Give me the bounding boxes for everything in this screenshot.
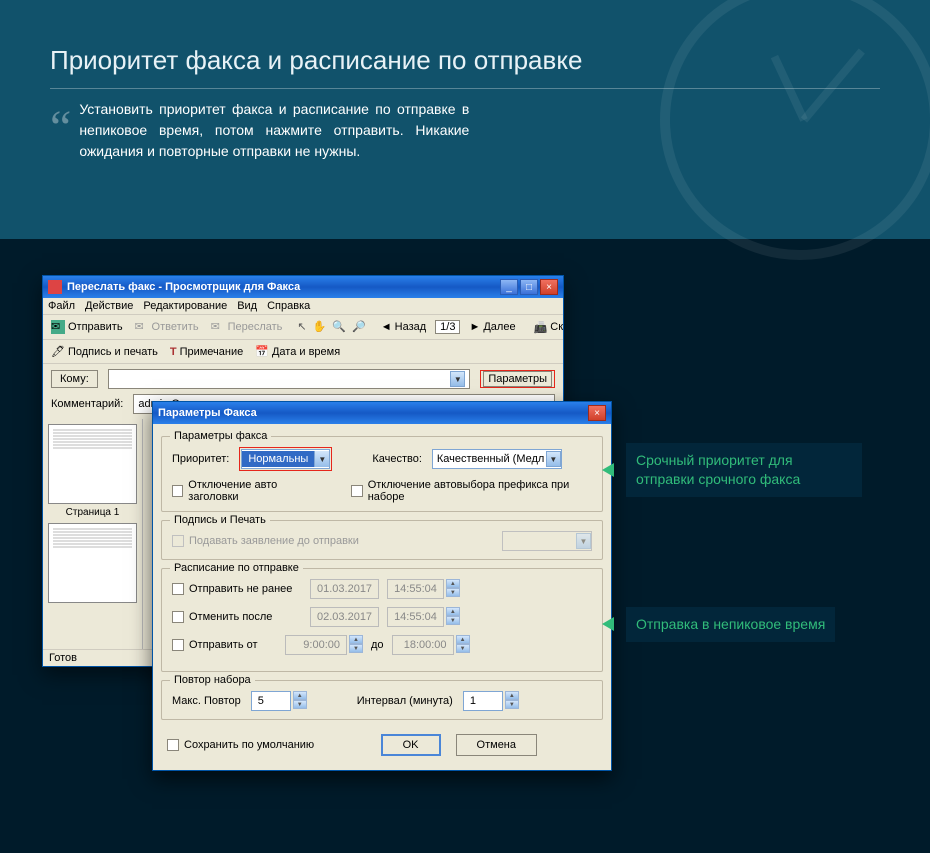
spinner-buttons[interactable]: ▲▼ xyxy=(446,607,460,627)
thumbnail-label: Страница 1 xyxy=(48,507,137,518)
cancel-button[interactable]: Отмена xyxy=(456,734,537,756)
fax-params-dialog: Параметры Факса × Параметры факса Приори… xyxy=(152,401,612,771)
thumbnail-1[interactable] xyxy=(48,424,137,504)
group-fax-params-legend: Параметры факса xyxy=(170,430,271,442)
apply-before-checkbox: Подавать заявление до отправки xyxy=(172,535,359,547)
thumbnail-2[interactable] xyxy=(48,523,137,603)
hand-icon[interactable]: ✋ xyxy=(313,320,327,334)
menu-action[interactable]: Действие xyxy=(85,300,133,312)
sign-stamp-button[interactable]: 🖊 Подпись и печать xyxy=(48,343,161,360)
group-retry: Повтор набора Макс. Повтор ▲▼ Интервал (… xyxy=(161,680,603,720)
to-label-sched: до xyxy=(371,639,384,651)
date-not-before[interactable]: 01.03.2017 xyxy=(310,579,379,599)
callout-schedule: Отправка в непиковое время xyxy=(602,607,897,642)
quality-value: Качественный (Медл xyxy=(437,453,546,465)
priority-select[interactable]: Нормальны ▼ xyxy=(241,449,330,469)
priority-highlight: Нормальны ▼ xyxy=(239,447,332,471)
interval-label: Интервал (минута) xyxy=(357,695,453,707)
ok-button[interactable]: OK xyxy=(381,734,441,756)
callout-priority-text: Срочный приоритет для отправки срочного … xyxy=(626,443,862,497)
spinner-buttons[interactable]: ▲▼ xyxy=(293,691,307,711)
params-button[interactable]: Параметры xyxy=(483,371,552,387)
group-sign-legend: Подпись и Печать xyxy=(170,514,270,526)
priority-value: Нормальны xyxy=(242,451,314,467)
spinner-buttons[interactable]: ▲▼ xyxy=(505,691,519,711)
menu-file[interactable]: Файл xyxy=(48,300,75,312)
menubar: Файл Действие Редактирование Вид Справка xyxy=(43,298,563,315)
zoom-out-icon[interactable]: 🔎 xyxy=(352,320,366,334)
params-button-highlight: Параметры xyxy=(480,370,555,388)
spinner-buttons[interactable]: ▲▼ xyxy=(349,635,363,655)
cancel-after-checkbox[interactable]: Отменить после xyxy=(172,611,302,623)
window-title: Переслать факс - Просмотрщик для Факса xyxy=(67,281,500,293)
cursor-icon[interactable]: ↖ xyxy=(297,320,306,334)
callout-schedule-text: Отправка в непиковое время xyxy=(626,607,835,642)
scan-button[interactable]: 📠 Сканирование xyxy=(531,319,563,336)
menu-edit[interactable]: Редактирование xyxy=(143,300,227,312)
arrow-left-icon xyxy=(602,463,614,477)
reply-button[interactable]: ✉Ответить xyxy=(132,318,202,336)
spinner-buttons[interactable]: ▲▼ xyxy=(446,579,460,599)
max-retry-label: Макс. Повтор xyxy=(172,695,241,707)
titlebar[interactable]: Переслать факс - Просмотрщик для Факса _… xyxy=(43,276,563,298)
dialog-titlebar[interactable]: Параметры Факса × xyxy=(153,402,611,424)
quote-icon: “ xyxy=(50,111,71,162)
chevron-down-icon[interactable]: ▼ xyxy=(314,451,329,467)
quality-select[interactable]: Качественный (Медл ▼ xyxy=(432,449,562,469)
arrow-left-icon xyxy=(602,617,614,631)
prev-page-button[interactable]: ◄ Назад xyxy=(378,319,429,335)
to-dropdown-icon[interactable]: ▼ xyxy=(450,371,465,387)
group-fax-params: Параметры факса Приоритет: Нормальны ▼ К… xyxy=(161,436,603,512)
next-page-button[interactable]: ► Далее xyxy=(466,319,518,335)
chevron-down-icon: ▼ xyxy=(576,533,591,549)
datetime-button[interactable]: 📅 Дата и время xyxy=(252,343,343,360)
group-schedule-legend: Расписание по отправке xyxy=(170,562,303,574)
dialog-close-button[interactable]: × xyxy=(588,405,606,421)
max-retry-input[interactable] xyxy=(251,691,291,711)
quality-label: Качество: xyxy=(372,453,422,465)
note-button[interactable]: T Примечание xyxy=(167,344,246,360)
page-description: Установить приоритет факса и расписание … xyxy=(79,99,469,162)
toolbar-main: ✉Отправить ✉Ответить ✉Переслать ↖ ✋ 🔍 🔎 … xyxy=(43,315,563,340)
toolbar-annot: 🖊 Подпись и печать T Примечание 📅 Дата и… xyxy=(43,340,563,364)
to-label: Кому: xyxy=(51,370,98,388)
disable-prefix-checkbox[interactable]: Отключение автовыбора префикса при набор… xyxy=(351,479,592,503)
to-input[interactable]: ▼ xyxy=(108,369,471,389)
zoom-in-icon[interactable]: 🔍 xyxy=(332,320,346,334)
dialog-title: Параметры Факса xyxy=(158,407,588,419)
interval-input[interactable] xyxy=(463,691,503,711)
send-from-checkbox[interactable]: Отправить от xyxy=(172,639,277,651)
menu-help[interactable]: Справка xyxy=(267,300,310,312)
priority-label: Приоритет: xyxy=(172,453,229,465)
thumbnail-panel: Страница 1 xyxy=(43,419,143,649)
minimize-button[interactable]: _ xyxy=(500,279,518,295)
time-cancel-after[interactable]: 14:55:04 xyxy=(387,607,444,627)
date-cancel-after[interactable]: 02.03.2017 xyxy=(310,607,379,627)
sign-select-disabled: ▼ xyxy=(502,531,592,551)
menu-view[interactable]: Вид xyxy=(237,300,257,312)
chevron-down-icon[interactable]: ▼ xyxy=(546,451,561,467)
clock-decor xyxy=(660,0,930,260)
page-indicator: 1/3 xyxy=(435,320,460,334)
time-from[interactable]: 9:00:00 xyxy=(285,635,347,655)
status-text: Готов xyxy=(49,652,77,664)
send-not-before-checkbox[interactable]: Отправить не ранее xyxy=(172,583,302,595)
save-default-checkbox[interactable]: Сохранить по умолчанию xyxy=(167,739,314,751)
app-icon xyxy=(48,280,62,294)
close-button[interactable]: × xyxy=(540,279,558,295)
time-to[interactable]: 18:00:00 xyxy=(392,635,454,655)
time-not-before[interactable]: 14:55:04 xyxy=(387,579,444,599)
maximize-button[interactable]: □ xyxy=(520,279,538,295)
spinner-buttons[interactable]: ▲▼ xyxy=(456,635,470,655)
group-sign: Подпись и Печать Подавать заявление до о… xyxy=(161,520,603,560)
disable-header-checkbox[interactable]: Отключение авто заголовки xyxy=(172,479,320,503)
forward-button[interactable]: ✉Переслать xyxy=(208,318,286,336)
comment-label: Комментарий: xyxy=(51,398,123,410)
send-button[interactable]: ✉Отправить xyxy=(48,318,126,336)
group-retry-legend: Повтор набора xyxy=(170,674,255,686)
group-schedule: Расписание по отправке Отправить не ране… xyxy=(161,568,603,672)
callout-priority: Срочный приоритет для отправки срочного … xyxy=(602,443,862,497)
